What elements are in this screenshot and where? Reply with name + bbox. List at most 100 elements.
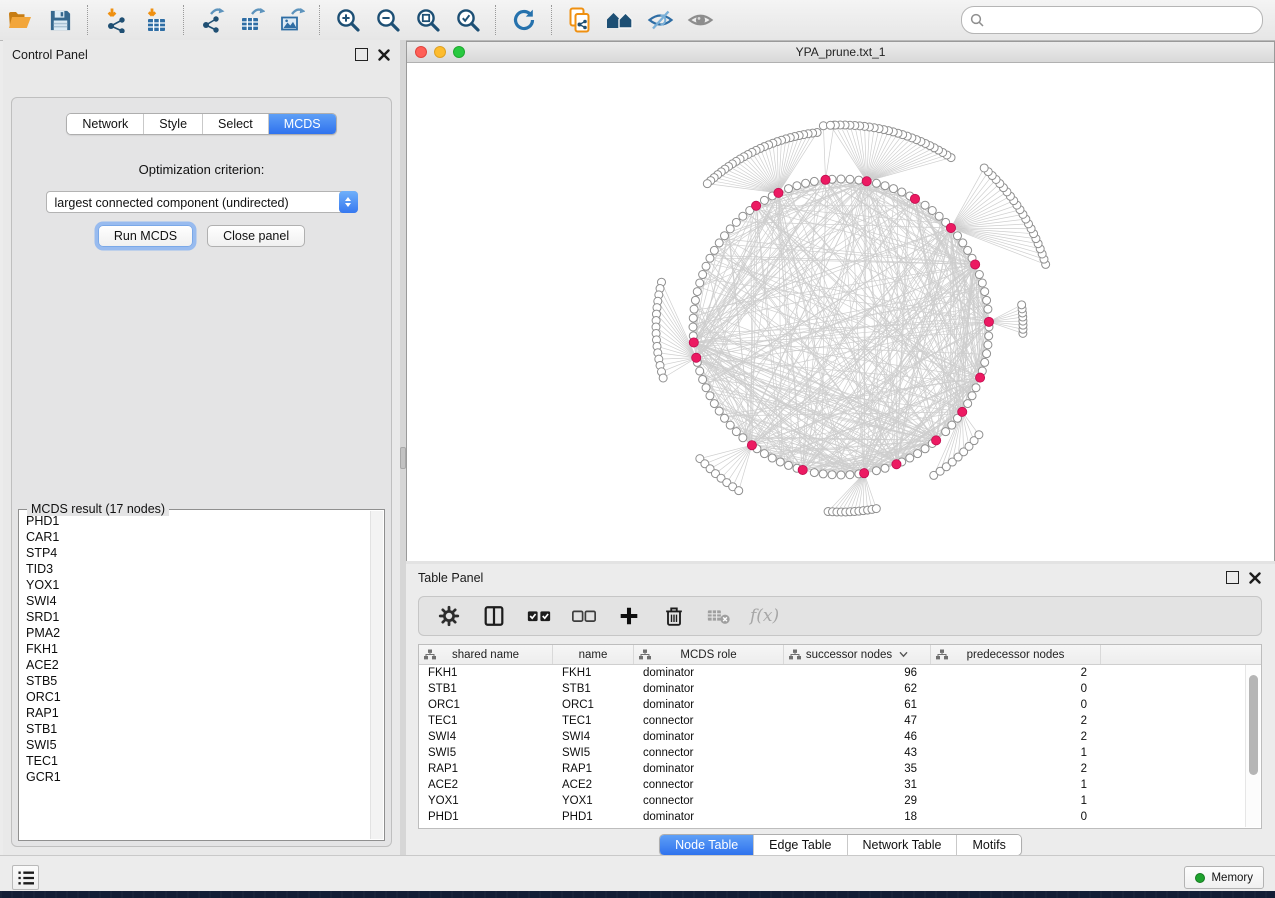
delete-table-icon: [706, 604, 732, 628]
table-row[interactable]: FKH1FKH1dominator962: [419, 665, 1261, 681]
list-item[interactable]: STB1: [21, 721, 370, 737]
list-item[interactable]: STP4: [21, 545, 370, 561]
search-input[interactable]: [989, 9, 1262, 31]
tab-network-table[interactable]: Network Table: [848, 835, 958, 855]
table-row[interactable]: PHD1PHD1dominator180: [419, 809, 1261, 825]
create-column-button[interactable]: [615, 603, 643, 629]
table-row[interactable]: SWI4SWI4dominator462: [419, 729, 1261, 745]
list-item[interactable]: STB5: [21, 673, 370, 689]
table-scrollbar[interactable]: [1245, 665, 1260, 827]
delete-column-button[interactable]: [660, 603, 688, 629]
mcds-result-list[interactable]: PHD1 CAR1 STP4 TID3 YOX1 SWI4 SRD1 PMA2 …: [21, 513, 370, 838]
column-header-name[interactable]: name: [553, 645, 634, 664]
memory-button[interactable]: Memory: [1184, 866, 1264, 889]
list-item[interactable]: ACE2: [21, 657, 370, 673]
close-panel-icon[interactable]: [378, 49, 390, 61]
list-item[interactable]: FKH1: [21, 641, 370, 657]
column-header-predecessor-nodes[interactable]: predecessor nodes: [931, 645, 1101, 664]
application-window: Control Panel Optimization criterion: la…: [0, 0, 1275, 890]
list-item[interactable]: TEC1: [21, 753, 370, 769]
minimize-window-icon[interactable]: [434, 46, 446, 58]
result-list-scrollbar[interactable]: [370, 511, 383, 839]
table-row[interactable]: STB1STB1dominator620: [419, 681, 1261, 697]
checked-boxes-icon: [526, 604, 552, 628]
network-graph[interactable]: [407, 63, 1274, 561]
list-item[interactable]: CAR1: [21, 529, 370, 545]
import-network-button[interactable]: [100, 4, 132, 36]
table-row[interactable]: ORC1ORC1dominator610: [419, 697, 1261, 713]
show-panels-button[interactable]: [684, 4, 716, 36]
export-network-icon: [199, 7, 225, 33]
list-item[interactable]: YOX1: [21, 577, 370, 593]
select-all-columns-button[interactable]: [525, 603, 553, 629]
tab-style[interactable]: Style: [144, 114, 203, 134]
float-panel-icon[interactable]: [1226, 571, 1239, 584]
table-row[interactable]: SWI5SWI5connector431: [419, 745, 1261, 761]
hide-panels-button[interactable]: [644, 4, 676, 36]
scrollbar-thumb[interactable]: [1249, 675, 1258, 775]
table-row[interactable]: RAP1RAP1dominator352: [419, 761, 1261, 777]
table-row[interactable]: YOX1YOX1connector291: [419, 793, 1261, 809]
function-builder-icon-disabled: f(x): [750, 606, 779, 626]
maximize-window-icon[interactable]: [453, 46, 465, 58]
import-table-button[interactable]: [140, 4, 172, 36]
close-panel-button[interactable]: Close panel: [207, 225, 305, 247]
column-header-shared-name[interactable]: shared name: [419, 645, 553, 664]
close-window-icon[interactable]: [415, 46, 427, 58]
list-item[interactable]: ORC1: [21, 689, 370, 705]
list-item[interactable]: TID3: [21, 561, 370, 577]
tab-mcds[interactable]: MCDS: [269, 114, 336, 134]
column-header-mcds-role[interactable]: MCDS role: [634, 645, 784, 664]
toolbar-search[interactable]: [961, 6, 1263, 34]
tab-select[interactable]: Select: [203, 114, 269, 134]
trash-icon: [662, 604, 686, 628]
refresh-button[interactable]: [508, 4, 540, 36]
export-table-button[interactable]: [236, 4, 268, 36]
table-panel-title: Table Panel: [418, 571, 483, 585]
zoom-fit-button[interactable]: [412, 4, 444, 36]
network-canvas[interactable]: [407, 63, 1274, 561]
toolbar-separator: [183, 5, 185, 35]
table-row[interactable]: TEC1TEC1connector472: [419, 713, 1261, 729]
column-namespace-icon: [789, 649, 801, 660]
run-mcds-button[interactable]: Run MCDS: [98, 225, 193, 247]
list-item[interactable]: SWI4: [21, 593, 370, 609]
zoom-fit-icon: [415, 7, 441, 33]
deselect-all-columns-button[interactable]: [570, 603, 598, 629]
list-item[interactable]: SRD1: [21, 609, 370, 625]
optimization-criterion-select[interactable]: largest connected component (undirected): [46, 191, 358, 213]
task-history-button[interactable]: [12, 865, 39, 890]
network-overview-button[interactable]: [604, 4, 636, 36]
select-stepper-icon: [339, 191, 358, 213]
list-item[interactable]: SWI5: [21, 737, 370, 753]
save-session-button[interactable]: [44, 4, 76, 36]
tab-network[interactable]: Network: [67, 114, 144, 134]
save-icon: [48, 8, 73, 33]
table-options-button[interactable]: [435, 603, 463, 629]
list-item[interactable]: RAP1: [21, 705, 370, 721]
export-image-icon: [279, 7, 305, 33]
list-item[interactable]: PMA2: [21, 625, 370, 641]
tab-motifs[interactable]: Motifs: [957, 835, 1020, 855]
export-image-button[interactable]: [276, 4, 308, 36]
tab-edge-table[interactable]: Edge Table: [754, 835, 847, 855]
zoom-out-button[interactable]: [372, 4, 404, 36]
open-file-button[interactable]: [4, 4, 36, 36]
close-panel-icon[interactable]: [1249, 572, 1261, 584]
column-header-successor-nodes[interactable]: successor nodes: [784, 645, 931, 664]
mcds-result-groupbox: MCDS result (17 nodes) PHD1 CAR1 STP4 TI…: [18, 509, 385, 841]
list-item[interactable]: GCR1: [21, 769, 370, 785]
toolbar-separator: [551, 5, 553, 35]
zoom-selected-button[interactable]: [452, 4, 484, 36]
tab-node-table[interactable]: Node Table: [660, 835, 754, 855]
network-window-titlebar[interactable]: YPA_prune.txt_1: [407, 42, 1274, 63]
task-list-icon: [17, 870, 35, 886]
zoom-in-button[interactable]: [332, 4, 364, 36]
table-row[interactable]: ACE2ACE2connector311: [419, 777, 1261, 793]
export-network-button[interactable]: [196, 4, 228, 36]
float-panel-icon[interactable]: [355, 48, 368, 61]
list-item[interactable]: PHD1: [21, 513, 370, 529]
show-column-panel-button[interactable]: [480, 603, 508, 629]
export-network-document-button[interactable]: [564, 4, 596, 36]
import-table-icon: [143, 7, 169, 33]
